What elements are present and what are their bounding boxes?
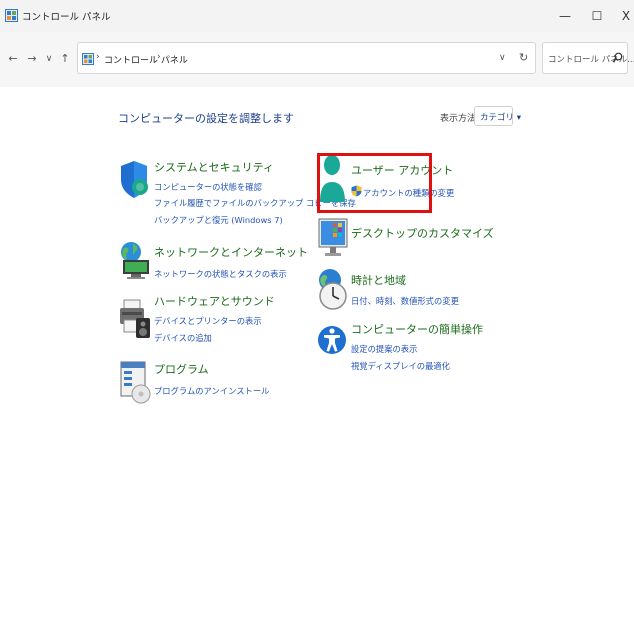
accessibility-icon[interactable] xyxy=(318,320,348,370)
forward-button[interactable]: → xyxy=(25,52,39,66)
up-button[interactable]: ↑ xyxy=(58,52,72,66)
address-dropdown-button[interactable]: ∨ xyxy=(499,53,506,63)
breadcrumb-item-control-panel[interactable]: コントロール パネル xyxy=(104,53,188,66)
control-panel-icon xyxy=(82,53,94,65)
link-uninstall-program[interactable]: プログラムのアンインストール xyxy=(154,385,269,397)
link-add-device[interactable]: デバイスの追加 xyxy=(154,332,212,344)
address-bar[interactable]: › コントロール パネル › ∨ ↻ xyxy=(77,42,536,74)
back-button[interactable]: ← xyxy=(6,52,20,66)
category-ease-of-access[interactable]: コンピューターの簡単操作 xyxy=(351,321,483,337)
close-button[interactable]: X xyxy=(609,0,634,32)
highlight-box xyxy=(317,153,432,213)
category-system-security[interactable]: システムとセキュリティ xyxy=(154,159,274,175)
control-panel-window: コントロール パネル — ☐ X ← → ∨ ↑ › コントロール パネル › … xyxy=(0,0,634,634)
link-suggested-settings[interactable]: 設定の提案の表示 xyxy=(351,343,417,355)
category-desktop-customization[interactable]: デスクトップのカスタマイズ xyxy=(351,225,494,241)
category-programs[interactable]: プログラム xyxy=(154,361,209,377)
title-bar: コントロール パネル — ☐ X xyxy=(0,0,634,32)
desktop-monitor-icon[interactable] xyxy=(318,218,348,258)
page-heading: コンピューターの設定を調整します xyxy=(118,112,294,125)
minimize-button[interactable]: — xyxy=(548,0,582,32)
search-box[interactable]: コントロール パネル... xyxy=(542,42,634,74)
printer-icon[interactable] xyxy=(119,298,151,340)
link-devices-printers[interactable]: デバイスとプリンターの表示 xyxy=(154,315,262,327)
shield-icon[interactable] xyxy=(120,160,150,200)
category-clock-region[interactable]: 時計と地域 xyxy=(351,272,406,288)
link-check-computer-status[interactable]: コンピューターの状態を確認 xyxy=(154,181,262,193)
recent-locations-button[interactable]: ∨ xyxy=(42,52,56,66)
breadcrumb-separator: › xyxy=(96,52,100,62)
link-backup-restore[interactable]: バックアップと復元 (Windows 7) xyxy=(154,214,283,226)
view-by-dropdown[interactable]: カテゴリ ▾ xyxy=(474,106,521,126)
window-title: コントロール パネル xyxy=(22,12,111,23)
control-panel-icon xyxy=(5,9,18,22)
category-network-internet[interactable]: ネットワークとインターネット xyxy=(154,244,308,260)
search-icon xyxy=(612,52,623,63)
refresh-button[interactable]: ↻ xyxy=(519,51,528,64)
link-network-status-tasks[interactable]: ネットワークの状態とタスクの表示 xyxy=(154,268,287,280)
link-optimize-visual-display[interactable]: 視覚ディスプレイの最適化 xyxy=(351,360,450,372)
category-hardware-sound[interactable]: ハードウェアとサウンド xyxy=(154,293,275,309)
network-globe-icon[interactable] xyxy=(119,240,151,282)
clock-globe-icon[interactable] xyxy=(318,268,348,312)
programs-icon[interactable] xyxy=(119,360,151,404)
link-date-time-format[interactable]: 日付、時刻、数値形式の変更 xyxy=(351,295,459,307)
breadcrumb-separator[interactable]: › xyxy=(157,52,161,62)
